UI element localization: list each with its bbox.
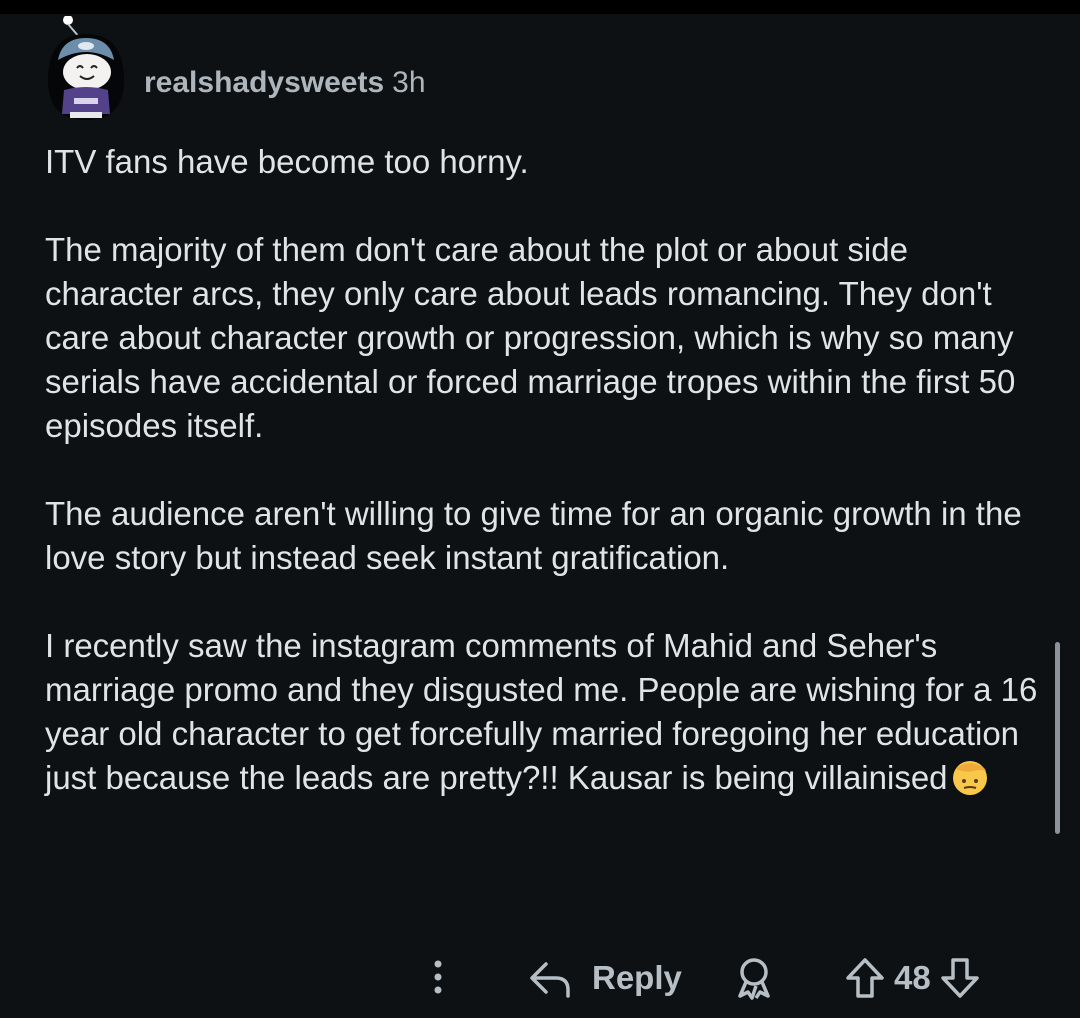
more-vertical-icon <box>434 960 442 994</box>
comment-header: realshadysweets 3h <box>40 15 740 126</box>
downvote-button[interactable] <box>939 954 981 1002</box>
vote-count: 48 <box>894 959 931 996</box>
downvote-arrow-icon <box>940 958 979 998</box>
comment-paragraph: The audience aren't willing to give time… <box>45 495 1022 576</box>
comment-paragraph: The majority of them don't care about th… <box>45 231 1016 444</box>
scrollbar[interactable] <box>1055 642 1060 834</box>
comment-paragraph-text: I recently saw the instagram comments of… <box>45 627 1038 796</box>
comment-paragraph-last: I recently saw the instagram comments of… <box>45 624 1045 800</box>
comment-meta: realshadysweets 3h <box>144 66 426 100</box>
avatar[interactable] <box>40 15 132 124</box>
comment-actions-bar: Reply 48 <box>420 948 1060 1008</box>
upvote-arrow-icon <box>846 958 884 998</box>
status-bar-strip <box>0 0 1080 14</box>
comment-paragraph: ITV fans have become too horny. <box>45 143 529 180</box>
award-button[interactable] <box>732 948 776 1008</box>
comment-body: ITV fans have become too horny. The majo… <box>45 140 1045 800</box>
timestamp: 3h <box>392 66 426 99</box>
reply-button[interactable]: Reply <box>526 948 682 1008</box>
avatar-image <box>48 15 124 120</box>
more-options-button[interactable] <box>420 948 456 1008</box>
upvote-button[interactable] <box>844 954 886 1002</box>
face-with-hand-over-forehead-emoji-icon <box>950 757 990 797</box>
award-icon <box>738 958 770 1000</box>
reply-arrow-icon <box>530 962 570 998</box>
vote-control: 48 <box>844 948 981 1008</box>
reply-label: Reply <box>592 959 682 996</box>
username-link[interactable]: realshadysweets <box>144 66 384 99</box>
